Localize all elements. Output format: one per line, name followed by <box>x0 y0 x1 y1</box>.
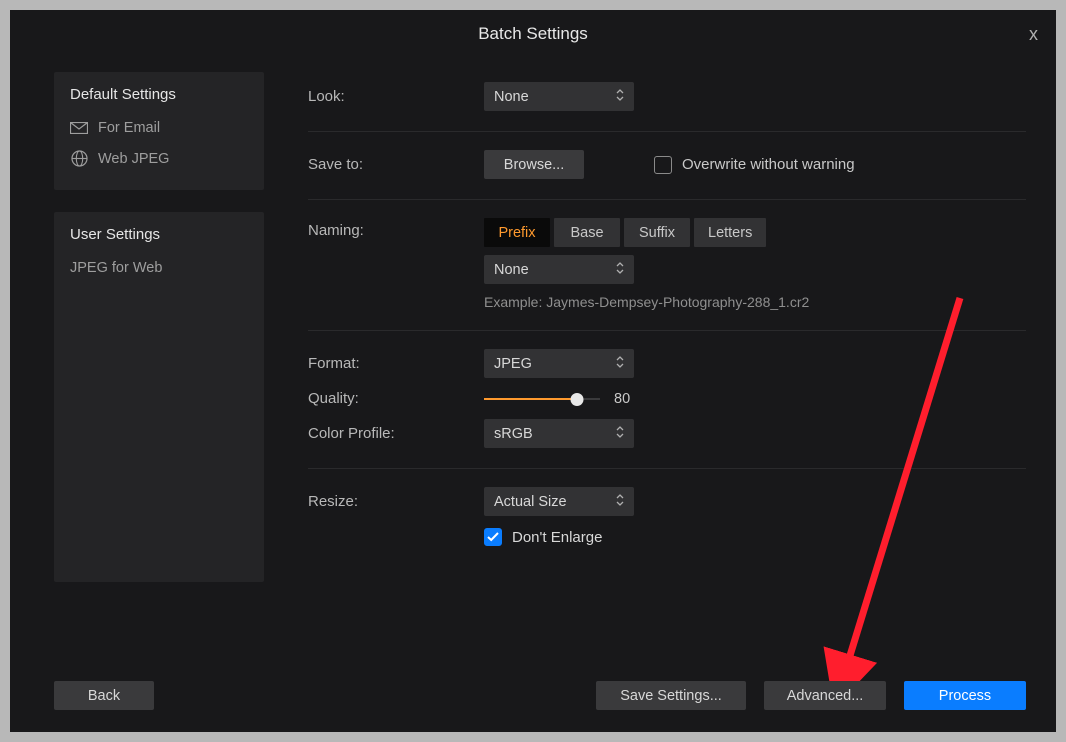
chevron-updown-icon <box>616 494 624 509</box>
titlebar: Batch Settings x <box>10 10 1056 58</box>
dont-enlarge-label: Don't Enlarge <box>512 529 602 546</box>
default-settings-header: Default Settings <box>70 86 248 103</box>
resize-label: Resize: <box>308 493 484 510</box>
section-look: Look: None <box>308 78 1026 132</box>
close-button[interactable]: x <box>1029 24 1038 45</box>
color-profile-select[interactable]: sRGB <box>484 419 634 448</box>
sidebar-item-for-email[interactable]: For Email <box>70 113 248 143</box>
quality-slider[interactable] <box>484 391 600 407</box>
main-panel: Look: None Save to: Browse... <box>308 72 1026 712</box>
resize-select[interactable]: Actual Size <box>484 487 634 516</box>
chevron-updown-icon <box>616 89 624 104</box>
seg-prefix[interactable]: Prefix <box>484 218 550 247</box>
color-profile-label: Color Profile: <box>308 425 484 442</box>
sidebar: Default Settings For Email Web JPEG User… <box>54 72 264 712</box>
save-settings-button[interactable]: Save Settings... <box>596 681 746 710</box>
color-profile-value: sRGB <box>494 426 533 442</box>
globe-icon <box>70 150 88 167</box>
format-value: JPEG <box>494 356 532 372</box>
save-to-label: Save to: <box>308 156 484 173</box>
back-button[interactable]: Back <box>54 681 154 710</box>
seg-letters[interactable]: Letters <box>694 218 766 247</box>
naming-example: Example: Jaymes-Dempsey-Photography-288_… <box>484 294 809 310</box>
naming-value: None <box>494 262 529 278</box>
quality-label: Quality: <box>308 390 484 407</box>
section-resize: Resize: Actual Size Don't Enlarg <box>308 469 1026 566</box>
user-settings-group: User Settings JPEG for Web <box>54 212 264 582</box>
chevron-updown-icon <box>616 426 624 441</box>
process-button[interactable]: Process <box>904 681 1026 710</box>
look-label: Look: <box>308 88 484 105</box>
overwrite-label: Overwrite without warning <box>682 156 855 173</box>
sidebar-item-jpeg-for-web[interactable]: JPEG for Web <box>70 253 248 283</box>
window-title: Batch Settings <box>478 24 588 44</box>
batch-settings-window: Batch Settings x Default Settings For Em… <box>10 10 1056 732</box>
naming-label: Naming: <box>308 218 484 239</box>
body: Default Settings For Email Web JPEG User… <box>10 58 1056 732</box>
dont-enlarge-checkbox[interactable] <box>484 528 502 546</box>
advanced-button[interactable]: Advanced... <box>764 681 886 710</box>
seg-base[interactable]: Base <box>554 218 620 247</box>
format-select[interactable]: JPEG <box>484 349 634 378</box>
section-naming: Naming: Prefix Base Suffix Letters None <box>308 200 1026 331</box>
sidebar-item-label: Web JPEG <box>98 151 169 167</box>
footer: Back Save Settings... Advanced... Proces… <box>54 681 1026 710</box>
naming-select[interactable]: None <box>484 255 634 284</box>
user-settings-header: User Settings <box>70 226 248 243</box>
mail-icon <box>70 122 88 134</box>
seg-suffix[interactable]: Suffix <box>624 218 690 247</box>
chevron-updown-icon <box>616 356 624 371</box>
resize-value: Actual Size <box>494 494 567 510</box>
default-settings-group: Default Settings For Email Web JPEG <box>54 72 264 190</box>
browse-button[interactable]: Browse... <box>484 150 584 179</box>
sidebar-item-label: JPEG for Web <box>70 260 162 276</box>
sidebar-item-web-jpeg[interactable]: Web JPEG <box>70 143 248 174</box>
look-select[interactable]: None <box>484 82 634 111</box>
overwrite-checkbox[interactable] <box>654 156 672 174</box>
quality-value: 80 <box>614 391 630 407</box>
look-value: None <box>494 89 529 105</box>
section-save: Save to: Browse... Overwrite without war… <box>308 132 1026 200</box>
sidebar-item-label: For Email <box>98 120 160 136</box>
section-format: Format: JPEG Quality: <box>308 331 1026 469</box>
naming-segmented: Prefix Base Suffix Letters <box>484 218 809 247</box>
chevron-updown-icon <box>616 262 624 277</box>
format-label: Format: <box>308 355 484 372</box>
